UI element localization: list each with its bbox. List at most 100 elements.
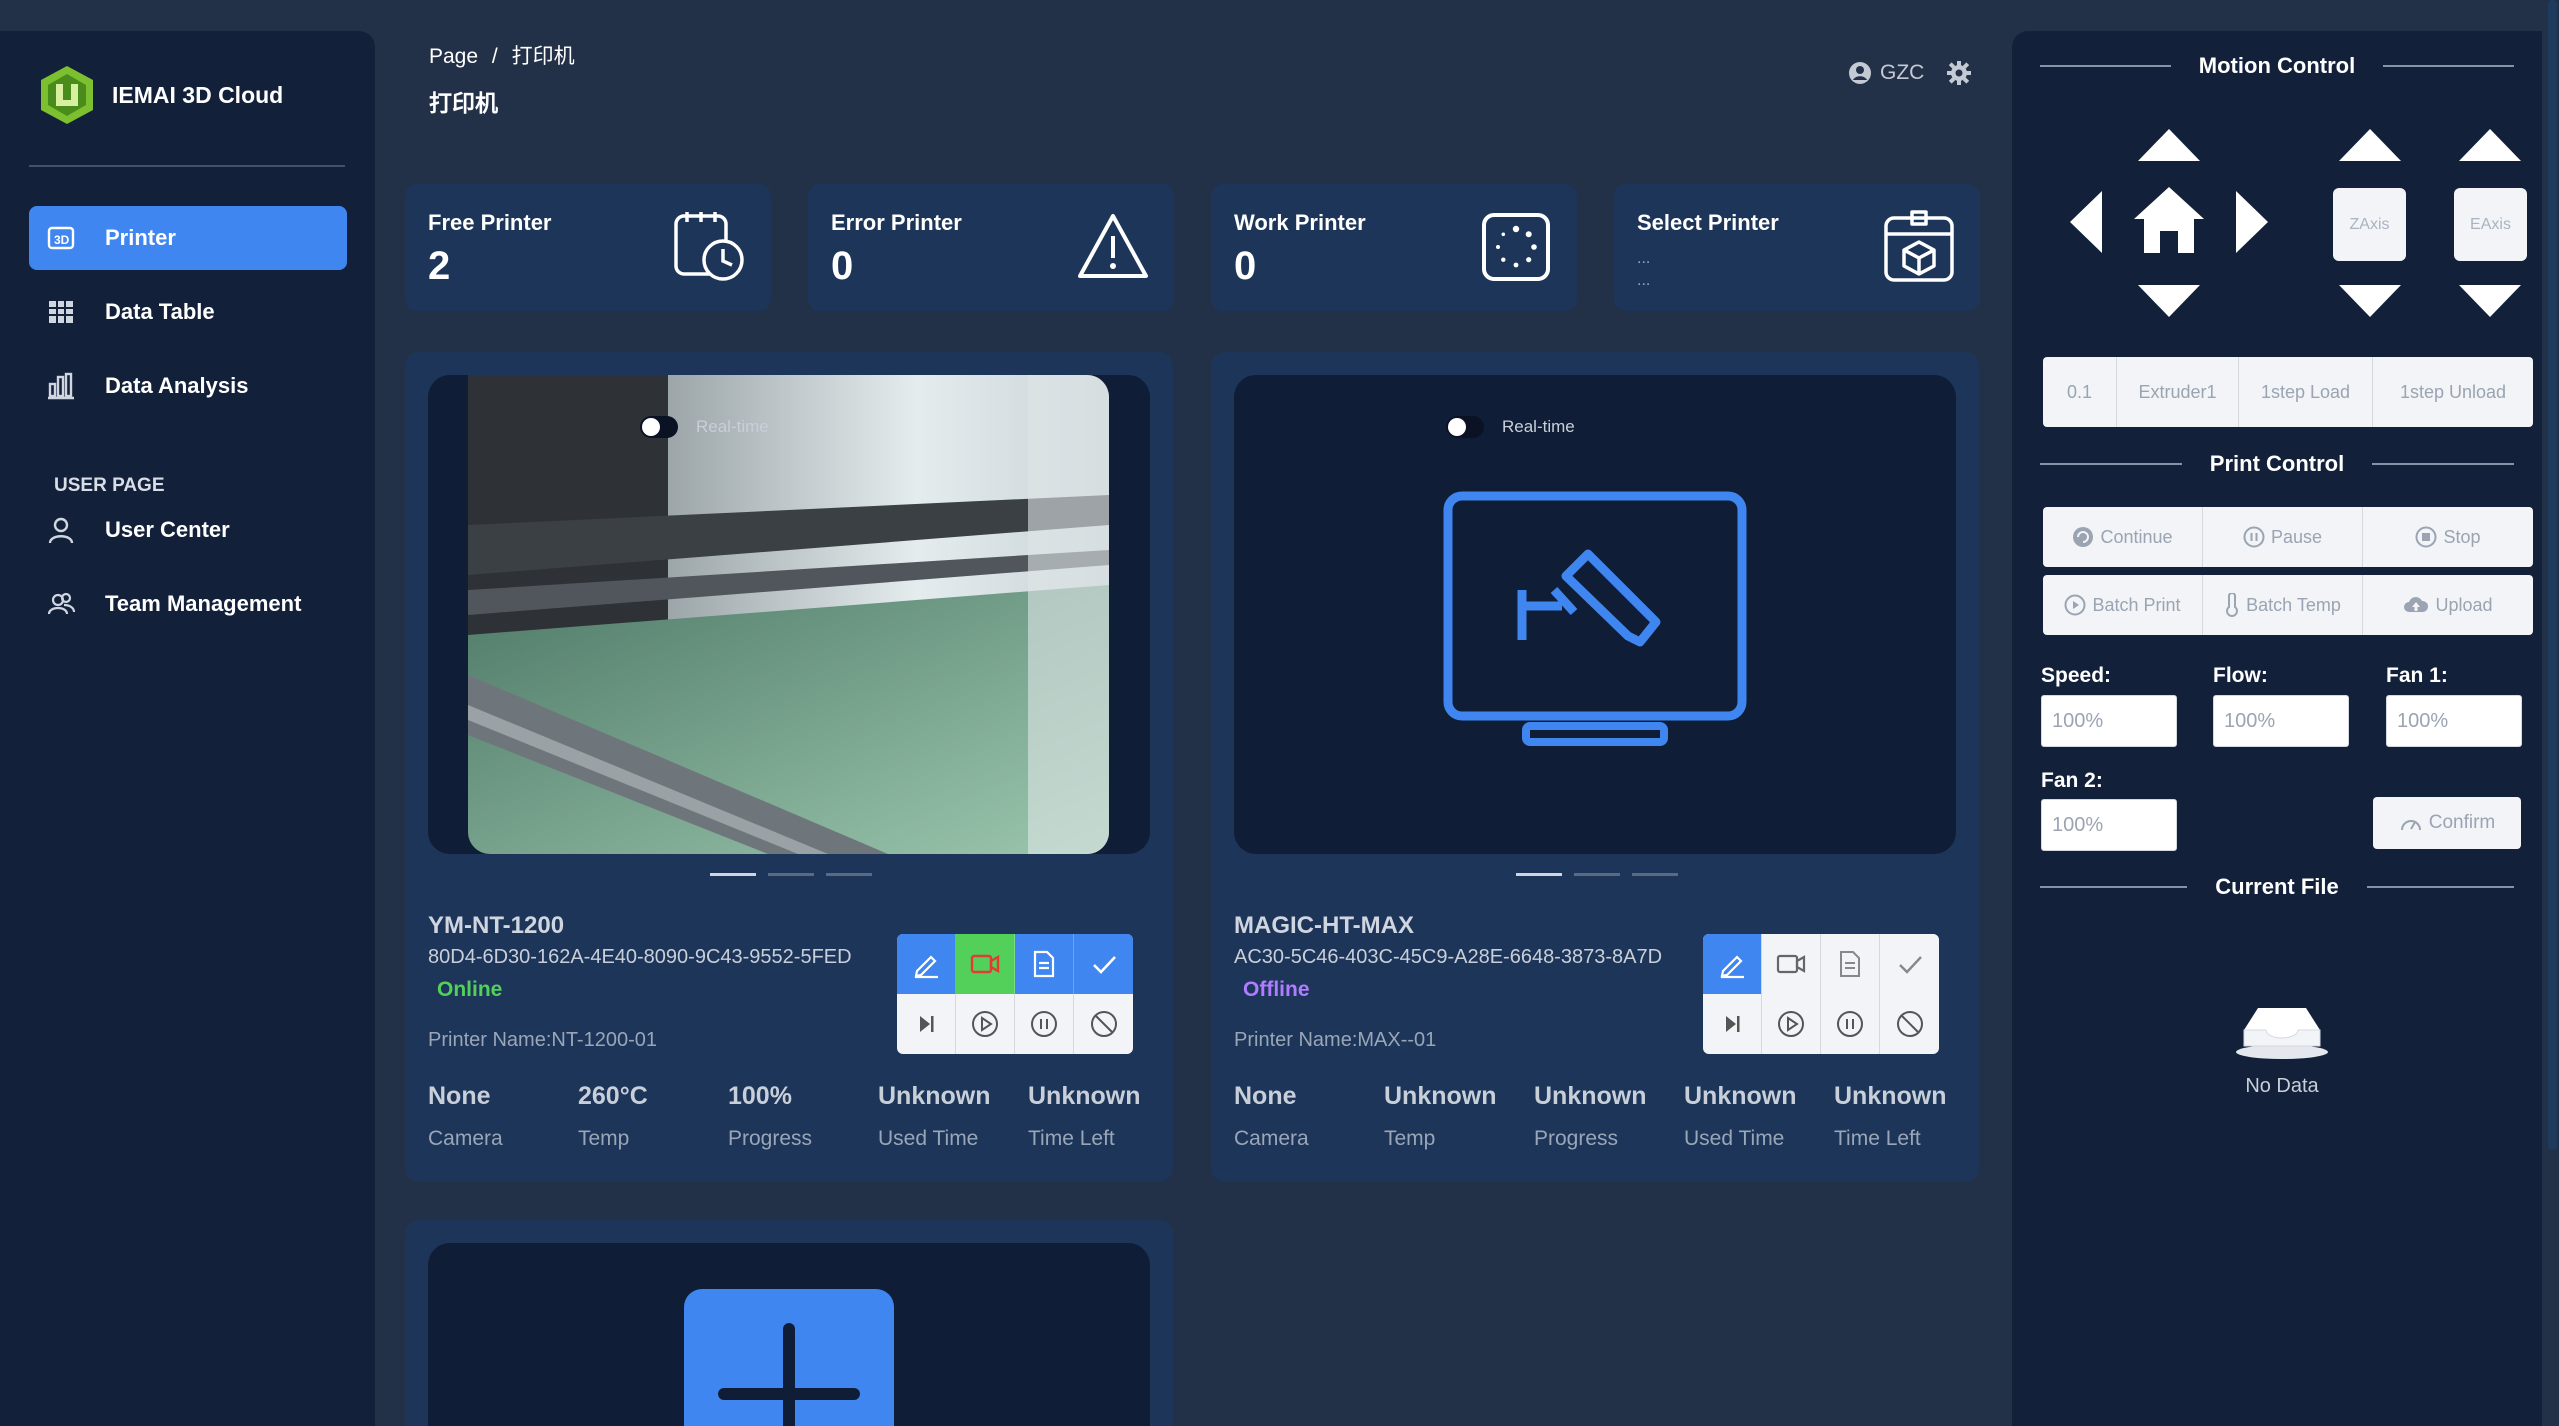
batch-temp-button[interactable]: Batch Temp [2203,575,2363,635]
speed-input[interactable] [2041,695,2177,747]
camera-button[interactable] [956,934,1015,994]
metric-temp: Unknown Temp [1384,1082,1534,1151]
gear-icon[interactable] [1946,60,1972,86]
step-load-button[interactable]: 1step Load [2239,357,2373,427]
step-unload-button[interactable]: 1step Unload [2373,357,2533,427]
e-down-icon[interactable] [2457,283,2523,319]
play-button[interactable] [1762,994,1821,1054]
loading-icon [1482,213,1550,281]
file-button[interactable] [1015,934,1074,994]
sidebar-item-printer[interactable]: 3D Printer [29,206,347,270]
edit-button[interactable] [897,934,956,994]
button-label: Upload [2435,594,2493,615]
carousel-dot[interactable] [1632,873,1678,876]
arrow-down-icon[interactable] [2136,283,2202,319]
metric-used-time: Unknown Used Time [1684,1082,1834,1151]
pause-button[interactable]: Pause [2203,507,2363,567]
brand-name: IEMAI 3D Cloud [112,81,284,108]
camera-view: Real-time [1234,375,1956,854]
metric-value: Unknown [878,1082,991,1110]
fan1-input[interactable] [2386,695,2522,747]
arrow-right-icon[interactable] [2234,189,2270,255]
e-up-icon[interactable] [2457,127,2523,163]
cloud-upload-icon [2404,597,2429,612]
select-button[interactable] [1074,934,1133,994]
batch-print-button[interactable]: Batch Print [2043,575,2203,635]
ban-icon [1896,1011,1923,1037]
flow-input[interactable] [2213,695,2349,747]
metric-value: 100% [728,1082,792,1110]
stop-button[interactable] [1880,994,1939,1054]
sidebar-item-user-center[interactable]: User Center [29,498,347,562]
camera-view: Real-time [428,375,1150,854]
scrollbar[interactable] [2548,0,2557,1150]
chart-icon [45,370,77,402]
upload-button[interactable]: Upload [2363,575,2533,635]
user-name[interactable]: GZC [1880,61,1924,85]
printer-card-ym-nt-1200[interactable]: Real-time YM-NT-1200 80D4-6D30-162A-4E40… [405,352,1173,1182]
stop-button[interactable] [1074,994,1133,1054]
breadcrumb-root[interactable]: Page [429,45,478,68]
step-size-button[interactable]: 0.1 [2043,357,2117,427]
z-down-icon[interactable] [2337,283,2403,319]
e-axis-button[interactable]: EAxis [2454,188,2527,261]
edit-button[interactable] [1703,934,1762,994]
metric-label: Temp [1384,1127,1436,1150]
printer-card-magic-ht-max[interactable]: Real-time MAGIC-HT-MAX AC30-5C46-403C-45… [1211,352,1979,1182]
carousel-dot[interactable] [710,873,756,876]
stat-card-select-printer: Select Printer ...... [1614,184,1980,311]
thermometer-icon [2226,593,2239,617]
arrow-left-icon[interactable] [2068,189,2104,255]
add-printer-button[interactable] [684,1289,894,1426]
camera-button[interactable] [1762,934,1821,994]
sidebar-item-team-management[interactable]: Team Management [29,572,347,636]
video-camera-icon [970,954,1000,974]
carousel-dot[interactable] [1516,873,1562,876]
stop-button[interactable]: Stop [2363,507,2533,567]
button-label: Stop [2443,526,2481,547]
fan2-input[interactable] [2041,799,2177,851]
pause-button[interactable] [1821,994,1880,1054]
toggle-switch[interactable] [640,416,678,438]
document-icon [1840,951,1860,977]
carousel-dot[interactable] [1574,873,1620,876]
select-button[interactable] [1880,934,1939,994]
realtime-toggle[interactable]: Real-time [640,416,769,438]
carousel-indicators[interactable] [1516,873,1678,876]
arrow-up-icon[interactable] [2136,127,2202,163]
sidebar-item-data-table[interactable]: Data Table [29,280,347,344]
printer-metrics: None Camera Unknown Temp Unknown Progress U… [1234,1082,1984,1151]
sidebar-item-label: Data Analysis [105,373,249,398]
button-label: Batch Temp [2246,594,2341,615]
current-file-title: Current File [2012,874,2542,900]
toggle-switch[interactable] [1446,416,1484,438]
print-control-row1: Continue Pause Stop [2043,507,2533,567]
sidebar-item-data-analysis[interactable]: Data Analysis [29,354,347,418]
brand-logo-row[interactable]: IEMAI 3D Cloud [38,64,283,126]
skip-button[interactable] [897,994,956,1054]
speed-label: Speed: [2041,664,2112,687]
no-data-placeholder: No Data [2232,1000,2332,1098]
user-avatar-icon[interactable] [1848,61,1872,85]
realtime-toggle[interactable]: Real-time [1446,416,1575,438]
extruder-button[interactable]: Extruder1 [2117,357,2239,427]
home-icon[interactable] [2132,185,2206,255]
play-button[interactable] [956,994,1015,1054]
z-up-icon[interactable] [2337,127,2403,163]
file-button[interactable] [1821,934,1880,994]
play-circle-icon [2064,594,2086,616]
ban-icon [1090,1011,1117,1037]
camera-feed-image [468,375,1109,854]
play-icon [1778,1011,1804,1037]
continue-button[interactable]: Continue [2043,507,2203,567]
pause-button[interactable] [1015,994,1074,1054]
carousel-dot[interactable] [768,873,814,876]
carousel-dot[interactable] [826,873,872,876]
skip-icon [1726,1016,1740,1032]
z-axis-button[interactable]: ZAxis [2333,188,2406,261]
confirm-button[interactable]: Confirm [2373,797,2521,849]
metric-label: Progress [1534,1127,1619,1150]
skip-button[interactable] [1703,994,1762,1054]
metric-value: Unknown [1834,1082,1947,1110]
carousel-indicators[interactable] [710,873,872,876]
